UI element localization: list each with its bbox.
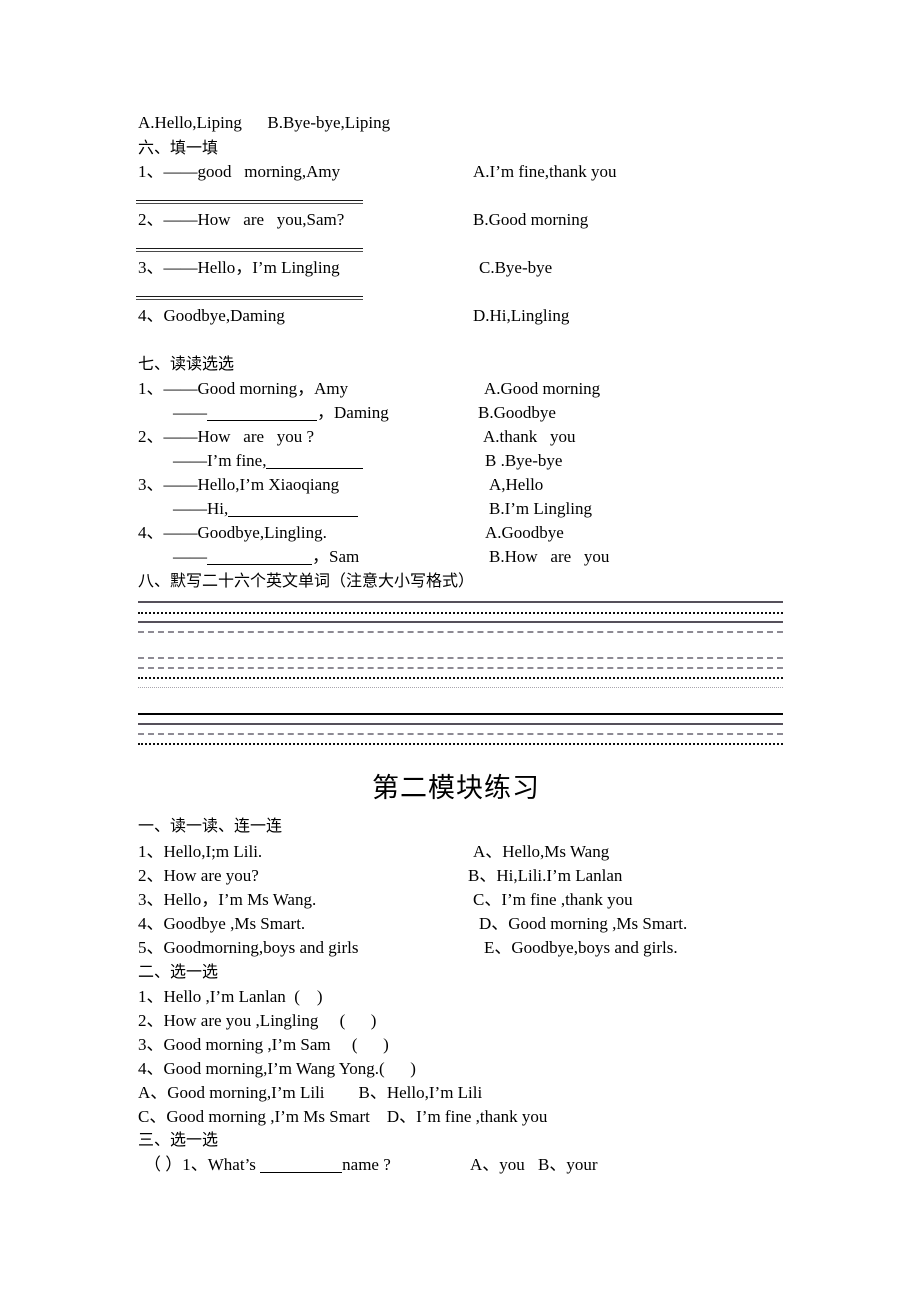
handwriting-line-2-2 <box>138 667 783 669</box>
section-seven-item-4-text-a: ——Goodbye,Lingling. <box>163 523 327 542</box>
section-six-answer-rule-1[interactable] <box>136 200 363 204</box>
section-seven-item-2-dash-b: ——I’m fine, <box>173 451 267 470</box>
section-seven-item-2-line-b: ——I’m fine, <box>173 451 364 470</box>
section-seven-item-2-blank[interactable] <box>266 468 364 469</box>
section-seven-item-4-line-b: —— ，Sam <box>173 548 359 565</box>
section-six-option-a: A.I’m fine,thank you <box>473 162 617 181</box>
section-six-item-2-number: 2、 <box>138 210 164 229</box>
section-seven-item-3-line-b: ——Hi, <box>173 499 359 518</box>
section-seven-item-2-option-a: A.thank you <box>483 427 576 446</box>
handwriting-line-1-4 <box>138 631 783 633</box>
section-six-answer-rule-2[interactable] <box>136 248 363 252</box>
section-three-blank[interactable] <box>260 1172 343 1173</box>
choice-question-1[interactable]: 1、Hello ,I’m Lanlan ( ) <box>138 988 323 1005</box>
section-seven-item-1-line-a: 1、——Good morning，Amy <box>138 380 348 397</box>
section-seven-item-4-dash-b: —— <box>173 547 207 566</box>
match-right-item-a: A、Hello,Ms Wang <box>473 842 610 861</box>
handwriting-line-3-1 <box>138 713 783 715</box>
section-seven-item-3-option-a: A,Hello <box>489 475 544 494</box>
module-two-title: 第二模块练习 <box>372 773 540 804</box>
section-three-choice-b[interactable]: B、your <box>538 1156 598 1173</box>
section-seven-item-2-text-a: ——How are you ? <box>163 427 315 446</box>
section-six-option-b: B.Good morning <box>473 210 589 229</box>
section-six-item-2-prompt: 2、——How are you,Sam? <box>138 211 344 228</box>
section-three-question-1: （ ）1、What’s name ? <box>144 1156 391 1173</box>
section-seven-item-1-option-a: A.Good morning <box>484 379 601 398</box>
section-eight-heading: 八、默写二十六个英文单词（注意大小写格式） <box>138 571 475 590</box>
handwriting-line-2-4 <box>138 687 783 688</box>
handwriting-line-1-2 <box>138 612 783 614</box>
section-seven-item-1-number: 1、 <box>138 379 164 398</box>
section-seven-item-1-option-b: B.Goodbye <box>478 403 556 422</box>
match-left-item-5: 5、Goodmorning,boys and girls <box>138 938 359 957</box>
section-three-question-suffix: name ? <box>342 1155 391 1174</box>
choice-options-row-1: A、Good morning,I’m Lili B、Hello,I’m Lili <box>138 1083 483 1102</box>
choice-question-3[interactable]: 3、Good morning ,I’m Sam ( ) <box>138 1036 389 1053</box>
section-three-question-prefix: （ ）1、What’s <box>144 1155 261 1174</box>
section-six-item-3-prompt: 3、——Hello，I’m Lingling <box>138 259 340 276</box>
section-six-heading: 六、填一填 <box>138 138 219 157</box>
section-three-choice-a[interactable]: A、you <box>470 1156 525 1173</box>
handwriting-line-3-3 <box>138 733 783 735</box>
match-right-item-e: E、Goodbye,boys and girls. <box>484 938 678 957</box>
handwriting-line-3-4 <box>138 743 783 745</box>
match-right-item-b: B、Hi,Lili.I’m Lanlan <box>468 866 623 885</box>
section-seven-item-1-text-b: ，Daming <box>317 403 389 422</box>
worksheet-page: A.Hello,Liping B.Bye-bye,Liping 六、填一填 1、… <box>0 0 920 1302</box>
section-seven-item-4-text-b: ，Sam <box>312 547 360 566</box>
section-seven-item-4-option-a: A.Goodbye <box>485 523 564 542</box>
section-six-option-d: D.Hi,Lingling <box>473 306 570 325</box>
section-six-item-1-number: 1、 <box>138 162 164 181</box>
handwriting-line-1-3 <box>138 621 783 623</box>
handwriting-line-3-2 <box>138 723 783 725</box>
module-two-section-one-heading: 一、读一读、连一连 <box>138 816 283 835</box>
match-left-item-3: 3、Hello，I’m Ms Wang. <box>138 890 317 909</box>
match-right-item-d: D、Good morning ,Ms Smart. <box>479 914 688 933</box>
section-seven-item-1-line-b: —— ，Daming <box>173 404 389 421</box>
section-six-item-4-text: Goodbye,Daming <box>163 306 285 325</box>
module-two-section-three-heading: 三、选一选 <box>138 1130 219 1149</box>
choice-question-2[interactable]: 2、How are you ,Lingling ( ) <box>138 1012 376 1029</box>
section-seven-item-4-option-b: B.How are you <box>489 547 610 566</box>
section-seven-item-2-number: 2、 <box>138 427 164 446</box>
handwriting-line-2-3 <box>138 677 783 679</box>
section-six-item-3-text: ——Hello，I’m Lingling <box>163 258 340 277</box>
module-two-section-two-heading: 二、选一选 <box>138 962 219 981</box>
section-seven-item-4-number: 4、 <box>138 523 164 542</box>
section-six-item-1-prompt: 1、——good morning,Amy <box>138 163 340 180</box>
section-seven-item-3-blank[interactable] <box>228 516 359 517</box>
section-seven-item-2-option-b: B .Bye-bye <box>485 451 563 470</box>
section-seven-item-4-blank[interactable] <box>207 564 312 565</box>
section-seven-item-3-line-a: 3、——Hello,I’m Xiaoqiang <box>138 476 339 493</box>
section-seven-item-2-line-a: 2、——How are you ? <box>138 428 314 445</box>
match-left-item-1: 1、Hello,I;m Lili. <box>138 842 263 861</box>
match-right-item-c: C、I’m fine ,thank you <box>473 890 633 909</box>
handwriting-line-1-1 <box>138 601 783 603</box>
section-six-item-1-text: ——good morning,Amy <box>163 162 341 181</box>
section-six-item-2-text: ——How are you,Sam? <box>163 210 345 229</box>
section-six-option-c: C.Bye-bye <box>479 258 553 277</box>
section-seven-item-1-dash-b: —— <box>173 403 207 422</box>
section-seven-item-3-text-a: ——Hello,I’m Xiaoqiang <box>163 475 340 494</box>
match-left-item-4: 4、Goodbye ,Ms Smart. <box>138 914 306 933</box>
choice-question-4[interactable]: 4、Good morning,I’m Wang Yong.( ) <box>138 1060 416 1077</box>
choice-options-row-2: C、Good morning ,I’m Ms Smart D、I’m fine … <box>138 1107 548 1126</box>
section-seven-item-3-dash-b: ——Hi, <box>173 499 229 518</box>
section-six-item-4-prompt: 4、Goodbye,Daming <box>138 307 285 324</box>
handwriting-line-2-1 <box>138 657 783 659</box>
section-seven-heading: 七、读读选选 <box>138 354 235 373</box>
section-seven-item-3-number: 3、 <box>138 475 164 494</box>
section-seven-item-3-option-b: B.I’m Lingling <box>489 499 592 518</box>
section-seven-item-1-blank[interactable] <box>207 420 317 421</box>
section-six-answer-rule-3[interactable] <box>136 296 363 300</box>
section-seven-item-4-line-a: 4、——Goodbye,Lingling. <box>138 524 327 541</box>
section-six-item-3-number: 3、 <box>138 258 164 277</box>
match-left-item-2: 2、How are you? <box>138 866 259 885</box>
section-seven-item-1-text-a: ——Good morning，Amy <box>163 379 349 398</box>
previous-question-options: A.Hello,Liping B.Bye-bye,Liping <box>138 113 391 132</box>
section-six-item-4-number: 4、 <box>138 306 164 325</box>
